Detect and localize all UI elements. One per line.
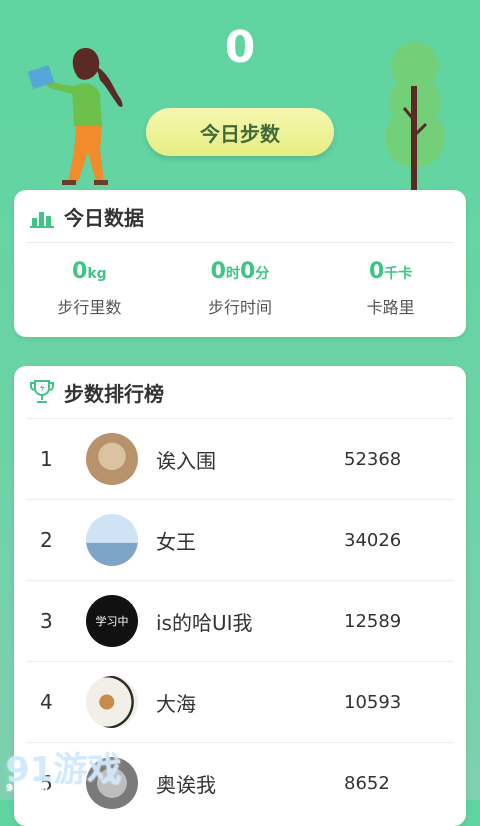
stat-distance-value: 0kg (19, 259, 159, 284)
distance-unit: kg (87, 266, 107, 282)
today-data-header: 今日数据 (14, 190, 466, 242)
ranking-row[interactable]: 1 诶入围 52368 (26, 418, 454, 499)
ranking-row[interactable]: 3 学习中 is的哈UI我 12589 (26, 580, 454, 661)
avatar (86, 433, 138, 485)
step-score: 52368 (344, 448, 402, 470)
stat-calories: 0千卡 卡路里 (321, 259, 461, 318)
distance-label: 步行里数 (57, 298, 122, 317)
calories-label: 卡路里 (366, 298, 415, 317)
today-data-card: 今日数据 0kg 步行里数 0时0分 步行时间 0千卡 卡路里 (14, 190, 466, 337)
trophy-icon (30, 380, 54, 403)
tree-illustration (385, 42, 445, 190)
watermark-logo: 91游戏 91danji.com (6, 742, 121, 794)
stats-row: 0kg 步行里数 0时0分 步行时间 0千卡 卡路里 (14, 243, 466, 318)
ranking-header: 步数排行榜 (14, 366, 466, 418)
avatar (86, 676, 138, 728)
time-label: 步行时间 (207, 298, 272, 317)
rank-number: 1 (40, 447, 53, 471)
rank-number: 4 (40, 690, 53, 714)
calories-unit: 千卡 (384, 266, 413, 282)
stat-time-value: 0时0分 (170, 259, 310, 284)
time-hours: 0 (210, 259, 226, 284)
today-steps-label: 今日步数 (200, 121, 280, 146)
today-steps-button[interactable]: 今日步数 (146, 108, 334, 156)
user-name: 女王 (156, 529, 196, 554)
time-minutes-unit: 分 (255, 266, 270, 282)
stat-distance: 0kg 步行里数 (19, 259, 159, 318)
user-name: 大海 (156, 691, 196, 716)
time-minutes: 0 (239, 259, 256, 284)
rank-number: 3 (40, 609, 53, 633)
stat-calories-value: 0千卡 (321, 259, 461, 284)
step-score: 10593 (344, 691, 402, 713)
distance-value: 0 (72, 259, 88, 284)
hero-section: 0 今日步数 (0, 0, 480, 190)
stat-time: 0时0分 步行时间 (170, 259, 310, 318)
today-data-title: 今日数据 (64, 205, 144, 230)
calories-value: 0 (368, 259, 385, 284)
bar-chart-icon (30, 212, 54, 228)
avatar (86, 514, 138, 566)
ranking-row[interactable]: 4 大海 10593 (26, 661, 454, 742)
avatar: 学习中 (86, 595, 138, 647)
user-name: 奥诶我 (156, 772, 216, 797)
time-hours-unit: 时 (225, 266, 240, 282)
step-score: 8652 (344, 772, 390, 794)
ranking-title: 步数排行榜 (64, 381, 164, 406)
step-score: 12589 (344, 610, 402, 632)
rank-number: 2 (40, 528, 53, 552)
step-score: 34026 (344, 529, 402, 551)
avatar-text: 学习中 (95, 615, 129, 628)
user-name: is的哈UI我 (156, 610, 253, 635)
user-name: 诶入围 (156, 448, 216, 473)
ranking-row[interactable]: 2 女王 34026 (26, 499, 454, 580)
